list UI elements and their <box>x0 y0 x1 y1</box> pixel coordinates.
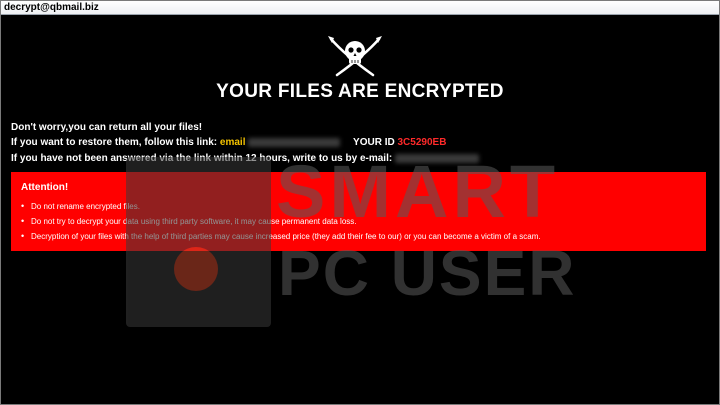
restore-instruction: If you want to restore them, follow this… <box>11 137 218 148</box>
note-content: YOUR FILES ARE ENCRYPTED Don't worry,you… <box>1 15 719 404</box>
redacted-email <box>248 137 341 147</box>
window-title: decrypt@qbmail.biz <box>1 1 719 15</box>
message-line-2: If you want to restore them, follow this… <box>11 137 446 148</box>
attention-item: Do not rename encrypted files. <box>19 199 541 214</box>
attention-list: Do not rename encrypted files. Do not tr… <box>19 199 541 244</box>
fallback-instruction: If you have not been answered via the li… <box>11 153 393 164</box>
attention-box: Attention! Do not rename encrypted files… <box>11 172 706 251</box>
attention-title: Attention! <box>21 182 69 193</box>
email-link[interactable]: email <box>220 137 246 148</box>
redacted-email <box>394 153 479 163</box>
message-line-1: Don't worry,you can return all your file… <box>11 122 203 133</box>
message-line-3: If you have not been answered via the li… <box>11 153 479 164</box>
id-label: YOUR ID <box>353 137 395 148</box>
attention-item: Decryption of your files with the help o… <box>19 229 541 244</box>
id-value: 3C5290EB <box>397 137 447 148</box>
page-title: YOUR FILES ARE ENCRYPTED <box>216 81 504 102</box>
attention-item: Do not try to decrypt your data using th… <box>19 214 541 229</box>
skull-crossed-swords-icon <box>328 36 382 77</box>
ransom-note-window: decrypt@qbmail.biz YOUR FILES ARE ENCRYP… <box>0 0 720 405</box>
